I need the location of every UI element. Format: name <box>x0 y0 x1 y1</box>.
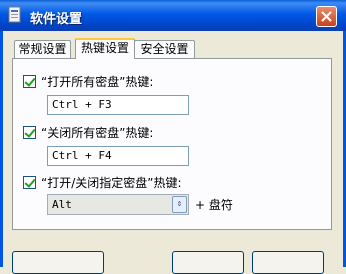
window-frame-left <box>0 31 3 267</box>
app-window-icon <box>7 6 23 24</box>
close-icon <box>321 11 332 22</box>
open-all-hotkey-field[interactable]: Ctrl + F3 <box>47 95 189 115</box>
close-button[interactable] <box>316 6 337 27</box>
dropdown-arrow-icon[interactable]: ⇕ <box>172 196 187 213</box>
open-all-label: “打开所有密盘”热键: <box>41 75 154 89</box>
close-all-hotkey-field[interactable]: Ctrl + F4 <box>47 146 189 166</box>
ok-button[interactable] <box>172 251 244 274</box>
hotkey-settings-panel: “打开所有密盘”热键: Ctrl + F3 “关闭所有密盘”热键: Ctrl +… <box>12 58 332 230</box>
close-all-label: “关闭所有密盘”热键: <box>41 126 154 140</box>
toggle-specific-label: “打开/关闭指定密盘”热键: <box>41 176 182 190</box>
drive-letter-suffix: + 盘符 <box>195 198 233 212</box>
tab-security[interactable]: 安全设置 <box>134 40 195 58</box>
cancel-button[interactable] <box>252 251 324 274</box>
window-title: 软件设置 <box>30 12 83 27</box>
bottom-button-left[interactable] <box>12 251 104 274</box>
tab-general[interactable]: 常规设置 <box>14 40 71 58</box>
tab-hotkeys[interactable]: 热键设置 <box>75 38 135 59</box>
toggle-specific-checkbox[interactable] <box>23 176 36 189</box>
modifier-key-value: Alt <box>52 198 72 211</box>
title-bar[interactable]: 软件设置 <box>0 0 346 31</box>
modifier-key-select[interactable]: Alt ⇕ <box>47 194 189 215</box>
close-all-checkbox[interactable] <box>23 126 36 139</box>
open-all-checkbox[interactable] <box>23 75 36 88</box>
